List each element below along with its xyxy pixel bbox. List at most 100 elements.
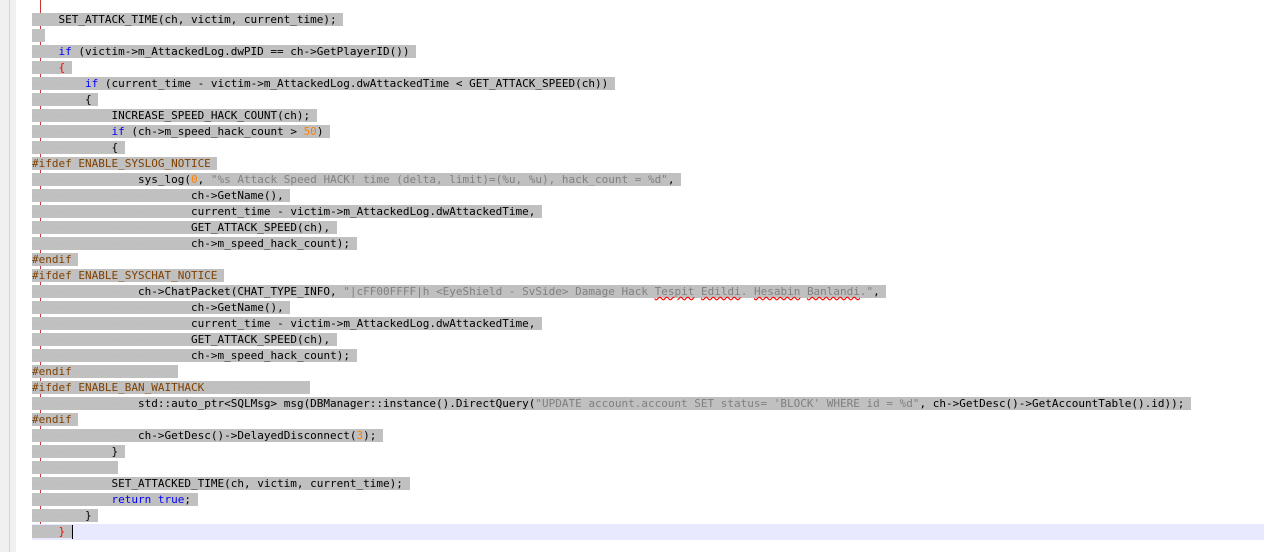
- line-margin[interactable]: [0, 0, 17, 552]
- code-line-selection: → → → → ch->GetDesc()->DelayedDisconnect…: [32, 429, 384, 442]
- code-editor[interactable]: → SET_ATTACK_TIME(ch, victim, current_ti…: [32, 12, 1264, 540]
- code-token: Hesabin: [753, 285, 801, 298]
- code-line[interactable]: → → → → sys_log(0, "%s Attack Speed HACK…: [32, 172, 1264, 188]
- code-line-selection: #endif→ → → →: [32, 365, 178, 378]
- code-line[interactable]: → → → {: [32, 140, 1264, 156]
- code-line-selection: → → → → std::auto_ptr<SQLMsg> msg(DBMana…: [32, 397, 1191, 410]
- code-line[interactable]: #endif: [32, 252, 1264, 268]
- code-line[interactable]: → → → → → → ch->GetName(),: [32, 188, 1264, 204]
- tab-marker: →: [85, 429, 112, 442]
- code-line-selection: → → → → → → ch->m_speed_hack_count);: [32, 237, 357, 250]
- code-token: .: [740, 285, 754, 298]
- code-line[interactable]: → }: [32, 524, 1264, 540]
- tab-marker: →: [257, 381, 284, 394]
- code-token: );: [363, 429, 377, 442]
- tab-marker: →: [58, 109, 85, 122]
- code-line-selection: [32, 29, 46, 42]
- code-line[interactable]: → → → → → → current_time - victim->m_Att…: [32, 316, 1264, 332]
- code-line[interactable]: → → if (current_time - victim->m_Attacke…: [32, 76, 1264, 92]
- code-line-selection: → → → → → → GET_ATTACK_SPEED(ch),: [32, 333, 337, 346]
- tab-marker: →: [58, 173, 85, 186]
- tab-marker: →: [85, 493, 112, 506]
- tab-marker: →: [32, 77, 59, 90]
- code-line[interactable]: #endif→ → → →: [32, 364, 1264, 380]
- code-line[interactable]: → → → }: [32, 444, 1264, 460]
- code-token: (current_time - victim->m_AttackedLog.dw…: [98, 77, 609, 90]
- code-line[interactable]: [32, 28, 1264, 44]
- tab-marker: →: [58, 125, 85, 138]
- code-line[interactable]: → → → INCREASE_SPEED_HACK_COUNT(ch);: [32, 108, 1264, 124]
- code-token: ,: [873, 285, 880, 298]
- code-line[interactable]: → → → → → → ch->m_speed_hack_count);: [32, 236, 1264, 252]
- code-line[interactable]: → → }: [32, 508, 1264, 524]
- tab-marker: →: [58, 141, 85, 154]
- tab-marker: →: [58, 77, 85, 90]
- code-line[interactable]: → if (victim->m_AttackedLog.dwPID == ch-…: [32, 44, 1264, 60]
- code-line-selection: → → → {: [32, 141, 125, 154]
- code-line[interactable]: → → →: [32, 460, 1264, 476]
- tab-marker: →: [32, 237, 59, 250]
- tab-marker: →: [151, 365, 178, 378]
- tab-marker: →: [58, 429, 85, 442]
- code-line[interactable]: → → → → → → GET_ATTACK_SPEED(ch),: [32, 332, 1264, 348]
- tab-marker: →: [111, 429, 138, 442]
- tab-marker: →: [58, 349, 85, 362]
- code-line[interactable]: → → → → → → current_time - victim->m_Att…: [32, 204, 1264, 220]
- code-line[interactable]: → {: [32, 60, 1264, 76]
- code-token: #ifdef ENABLE_BAN_WAITHACK: [32, 381, 205, 394]
- code-line[interactable]: → → → → → → ch->m_speed_hack_count);: [32, 348, 1264, 364]
- code-line[interactable]: → → → return true;: [32, 492, 1264, 508]
- tab-marker: →: [32, 333, 59, 346]
- code-token: "%s Attack Speed HACK! time (delta, limi…: [210, 173, 668, 186]
- code-token: return true: [111, 493, 185, 506]
- tab-marker: →: [283, 381, 311, 394]
- code-line-selection: → → → → → → ch->GetName(),: [32, 301, 291, 314]
- code-token: ch->m_speed_hack_count);: [191, 237, 350, 250]
- code-line[interactable]: → → → → ch->ChatPacket(CHAT_TYPE_INFO, "…: [32, 284, 1264, 300]
- code-line[interactable]: → SET_ATTACK_TIME(ch, victim, current_ti…: [32, 12, 1264, 28]
- code-line[interactable]: #ifdef ENABLE_SYSLOG_NOTICE: [32, 156, 1264, 172]
- tab-marker: →: [32, 13, 59, 26]
- tab-marker: →: [111, 189, 138, 202]
- code-line[interactable]: → → {: [32, 92, 1264, 108]
- code-token: #endif: [32, 365, 72, 378]
- tab-marker: →: [85, 349, 112, 362]
- code-line[interactable]: #ifdef ENABLE_BAN_WAITHACK→ → → →: [32, 380, 1264, 396]
- tab-marker: →: [85, 477, 112, 490]
- tab-marker: →: [138, 221, 165, 234]
- tab-marker: →: [32, 445, 59, 458]
- tab-marker: →: [32, 173, 59, 186]
- code-token: (ch->m_speed_hack_count >: [124, 125, 304, 138]
- tab-marker: →: [85, 461, 112, 474]
- code-token: {: [85, 93, 92, 106]
- code-line[interactable]: → → → → std::auto_ptr<SQLMsg> msg(DBMana…: [32, 396, 1264, 412]
- code-line[interactable]: #ifdef ENABLE_SYSCHAT_NOTICE: [32, 268, 1264, 284]
- code-line-selection: → → → if (ch->m_speed_hack_count > 50): [32, 125, 331, 138]
- code-line[interactable]: → → → → → → GET_ATTACK_SPEED(ch),: [32, 220, 1264, 236]
- code-token: 50: [303, 125, 317, 138]
- tab-marker: →: [85, 301, 112, 314]
- tab-marker: →: [32, 525, 59, 538]
- code-line-selection: → → → → sys_log(0, "%s Attack Speed HACK…: [32, 173, 682, 186]
- code-token: "|cFF00FFFF|h <EyeShield - SvSide> Damag…: [343, 285, 655, 298]
- code-token: ch->GetName(),: [191, 301, 284, 314]
- tab-marker: →: [58, 189, 85, 202]
- code-token: #ifdef ENABLE_SYSCHAT_NOTICE: [32, 269, 218, 282]
- code-line[interactable]: → → → → ch->GetDesc()->DelayedDisconnect…: [32, 428, 1264, 444]
- tab-marker: →: [32, 109, 59, 122]
- tab-marker: →: [85, 221, 112, 234]
- fold-gutter[interactable]: [16, 0, 46, 552]
- code-line[interactable]: → → → → → → ch->GetName(),: [32, 300, 1264, 316]
- tab-marker: →: [32, 349, 59, 362]
- tab-marker: →: [58, 285, 85, 298]
- tab-marker: →: [32, 93, 59, 106]
- code-token: ch->GetName(),: [191, 189, 284, 202]
- code-line[interactable]: #endif: [32, 412, 1264, 428]
- code-line-selection: → if (victim->m_AttackedLog.dwPID == ch-…: [32, 45, 417, 58]
- code-line[interactable]: → → → if (ch->m_speed_hack_count > 50): [32, 124, 1264, 140]
- code-line-selection: #endif: [32, 413, 79, 426]
- code-token: INCREASE_SPEED_HACK_COUNT(ch);: [111, 109, 311, 122]
- code-line[interactable]: → → → SET_ATTACKED_TIME(ch, victim, curr…: [32, 476, 1264, 492]
